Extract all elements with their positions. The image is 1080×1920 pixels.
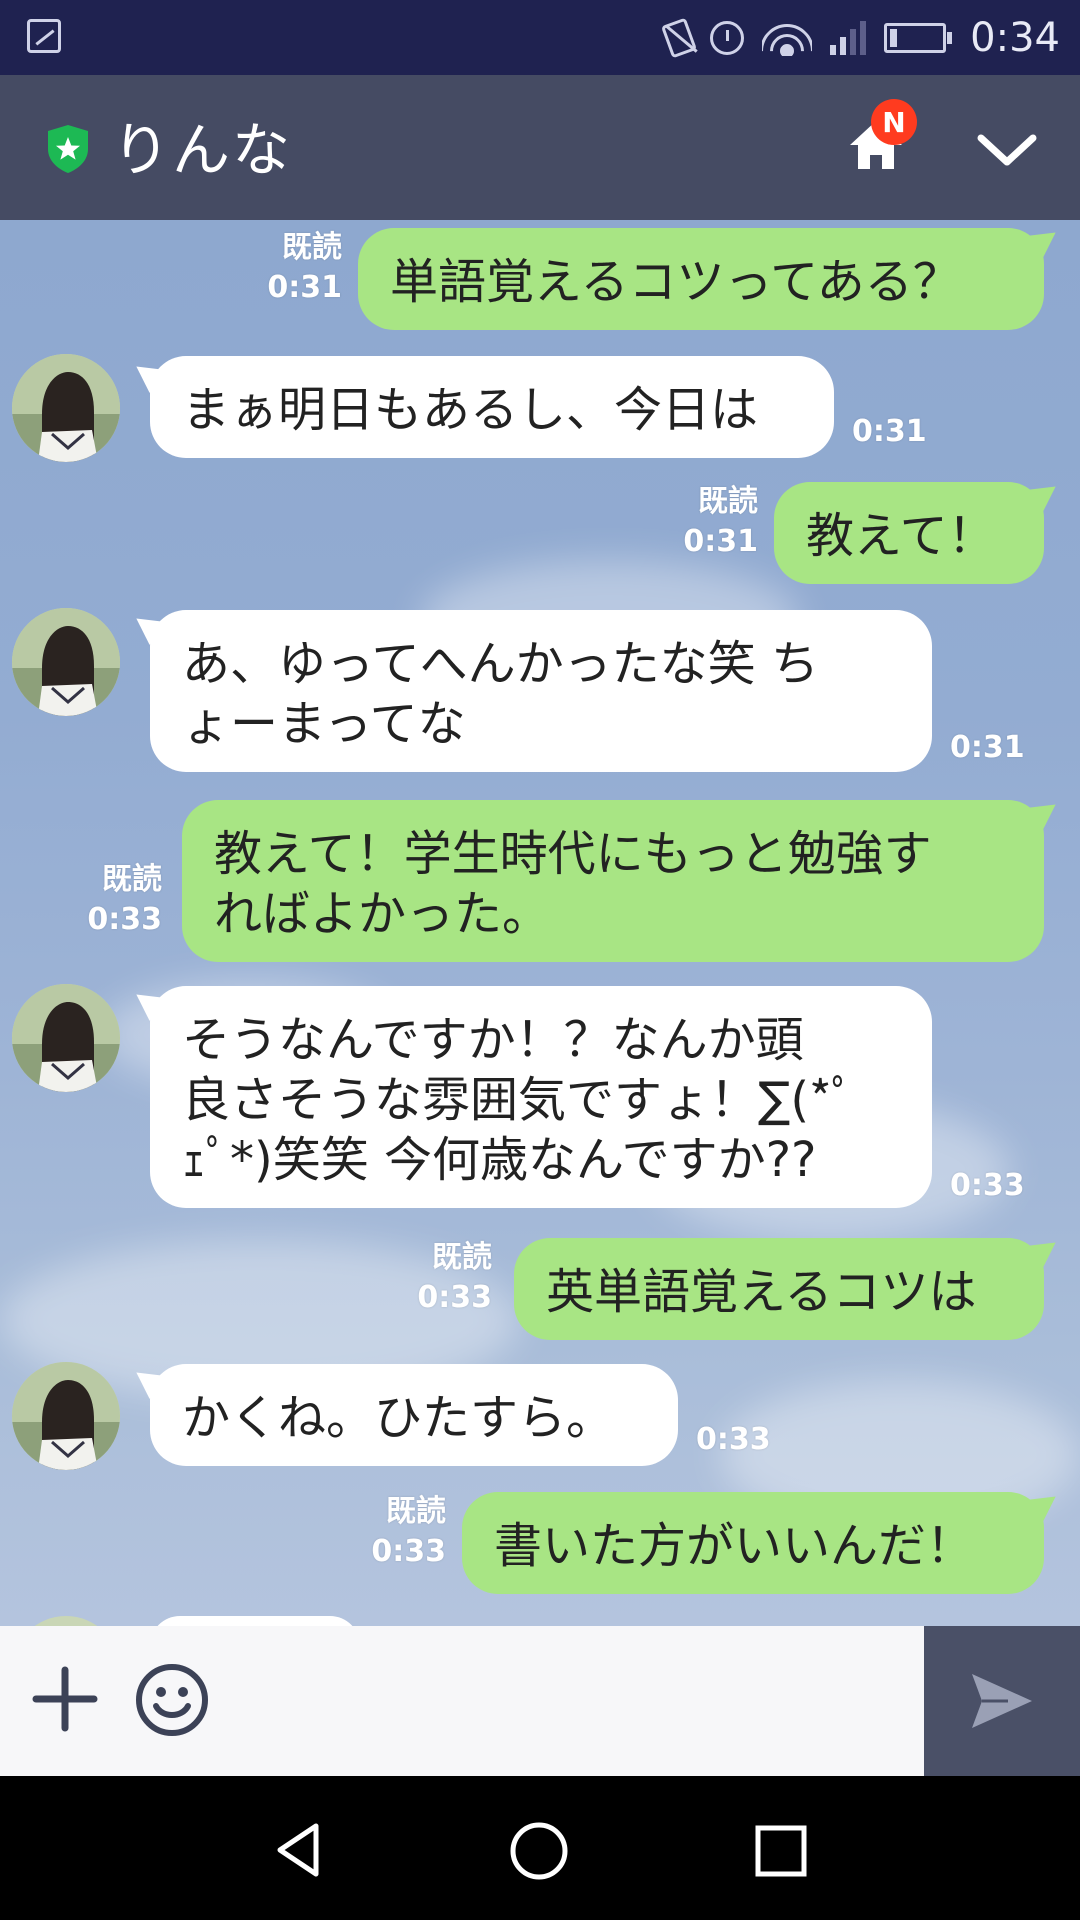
message-time: 0:33	[950, 1168, 1025, 1203]
read-receipt: 既読	[102, 862, 162, 897]
signal-icon	[830, 20, 867, 55]
plus-icon[interactable]	[30, 1664, 100, 1734]
notification-badge: N	[871, 99, 917, 145]
message-text: 単語覚えるコツってある？	[390, 254, 961, 310]
read-receipt: 既読	[698, 484, 758, 519]
status-bar: 0:34	[0, 0, 1080, 75]
send-button[interactable]	[924, 1626, 1080, 1776]
message-text: 英単語覚えるコツは	[546, 1264, 977, 1320]
send-icon	[972, 1674, 1032, 1728]
message-bubble-incoming[interactable]: そうなんですか！？なんか頭 良さそうな雰囲気ですょ！∑(*ﾟ ｪﾟ*)笑笑 今何…	[150, 986, 932, 1208]
message-line: 良さそうな雰囲気ですょ！∑(*ﾟ	[182, 1072, 856, 1128]
message-bubble-incoming[interactable]: あ、ゆってへんかったな笑 ち ょーまってな	[150, 610, 932, 772]
chat-header: りんな N	[0, 75, 1080, 220]
message-input[interactable]	[236, 1646, 904, 1756]
message-line: ればよかった。	[214, 886, 551, 942]
system-nav-bar	[0, 1776, 1080, 1920]
message-bubble-outgoing[interactable]: 単語覚えるコツってある？	[358, 228, 1044, 330]
avatar-image	[12, 984, 120, 1092]
home-circle-icon[interactable]	[508, 1820, 570, 1882]
back-icon[interactable]	[270, 1820, 330, 1880]
message-time: 0:31	[267, 270, 342, 305]
message-bubble-outgoing[interactable]: 教えて！学生時代にもっと勉強す ればよかった。	[182, 800, 1044, 962]
message-time: 0:31	[683, 524, 758, 559]
message-line: ょーまってな	[182, 696, 466, 752]
message-line: 教えて！学生時代にもっと勉強す	[214, 826, 932, 882]
message-bubble-outgoing[interactable]: 教えて！	[774, 482, 1044, 584]
message-text: かくね。ひたすら。	[182, 1390, 615, 1446]
battery-icon	[884, 22, 953, 53]
message-bubble-outgoing[interactable]: 書いた方がいいんだ！	[462, 1492, 1044, 1594]
avatar[interactable]	[12, 1362, 120, 1470]
message-bubble-incoming[interactable]: まぁ明日もあるし、今日は	[150, 356, 834, 458]
message-time: 0:33	[417, 1280, 492, 1315]
message-time: 0:33	[696, 1422, 771, 1457]
avatar-image	[12, 608, 120, 716]
message-line: あ、ゆってへんかったな笑 ち	[182, 636, 819, 692]
message-bubble-incoming-partial[interactable]	[150, 1616, 360, 1626]
read-receipt: 既読	[432, 1240, 492, 1275]
official-shield-icon	[48, 125, 88, 173]
alarm-icon	[710, 20, 745, 55]
message-bubble-outgoing[interactable]: 英単語覚えるコツは	[514, 1238, 1044, 1340]
read-receipt: 既読	[386, 1494, 446, 1529]
avatar-image	[12, 1362, 120, 1470]
vibrate-icon	[661, 17, 698, 58]
avatar[interactable]	[12, 984, 120, 1092]
gallery-icon	[27, 19, 61, 53]
message-line: そうなんですか！？なんか頭	[182, 1012, 804, 1068]
status-time: 0:34	[970, 14, 1060, 61]
avatar[interactable]	[12, 608, 120, 716]
message-text: まぁ明日もあるし、今日は	[182, 382, 759, 438]
message-text: 教えて！	[806, 508, 996, 564]
message-input-bar	[0, 1626, 924, 1776]
chat-title[interactable]: りんな	[112, 103, 292, 187]
message-bubble-incoming[interactable]: かくね。ひたすら。	[150, 1364, 678, 1466]
recents-icon[interactable]	[752, 1822, 810, 1880]
read-receipt: 既読	[282, 230, 342, 265]
message-line: ｪﾟ*)笑笑 今何歳なんですか??	[182, 1132, 817, 1188]
chat-area[interactable]: 既読 0:31 単語覚えるコツってある？ まぁ明日もあるし、今日は 0:31 既…	[0, 220, 1080, 1626]
message-text: 書いた方がいいんだ！	[494, 1518, 975, 1574]
chevron-down-icon[interactable]	[975, 130, 1039, 170]
avatar-image	[12, 354, 120, 462]
emoji-icon[interactable]	[134, 1662, 210, 1738]
message-time: 0:31	[950, 730, 1025, 765]
avatar[interactable]	[12, 354, 120, 462]
wifi-icon	[762, 19, 813, 56]
message-time: 0:33	[87, 902, 162, 937]
message-time: 0:31	[852, 414, 927, 449]
avatar[interactable]	[12, 1616, 120, 1626]
message-time: 0:33	[371, 1534, 446, 1569]
